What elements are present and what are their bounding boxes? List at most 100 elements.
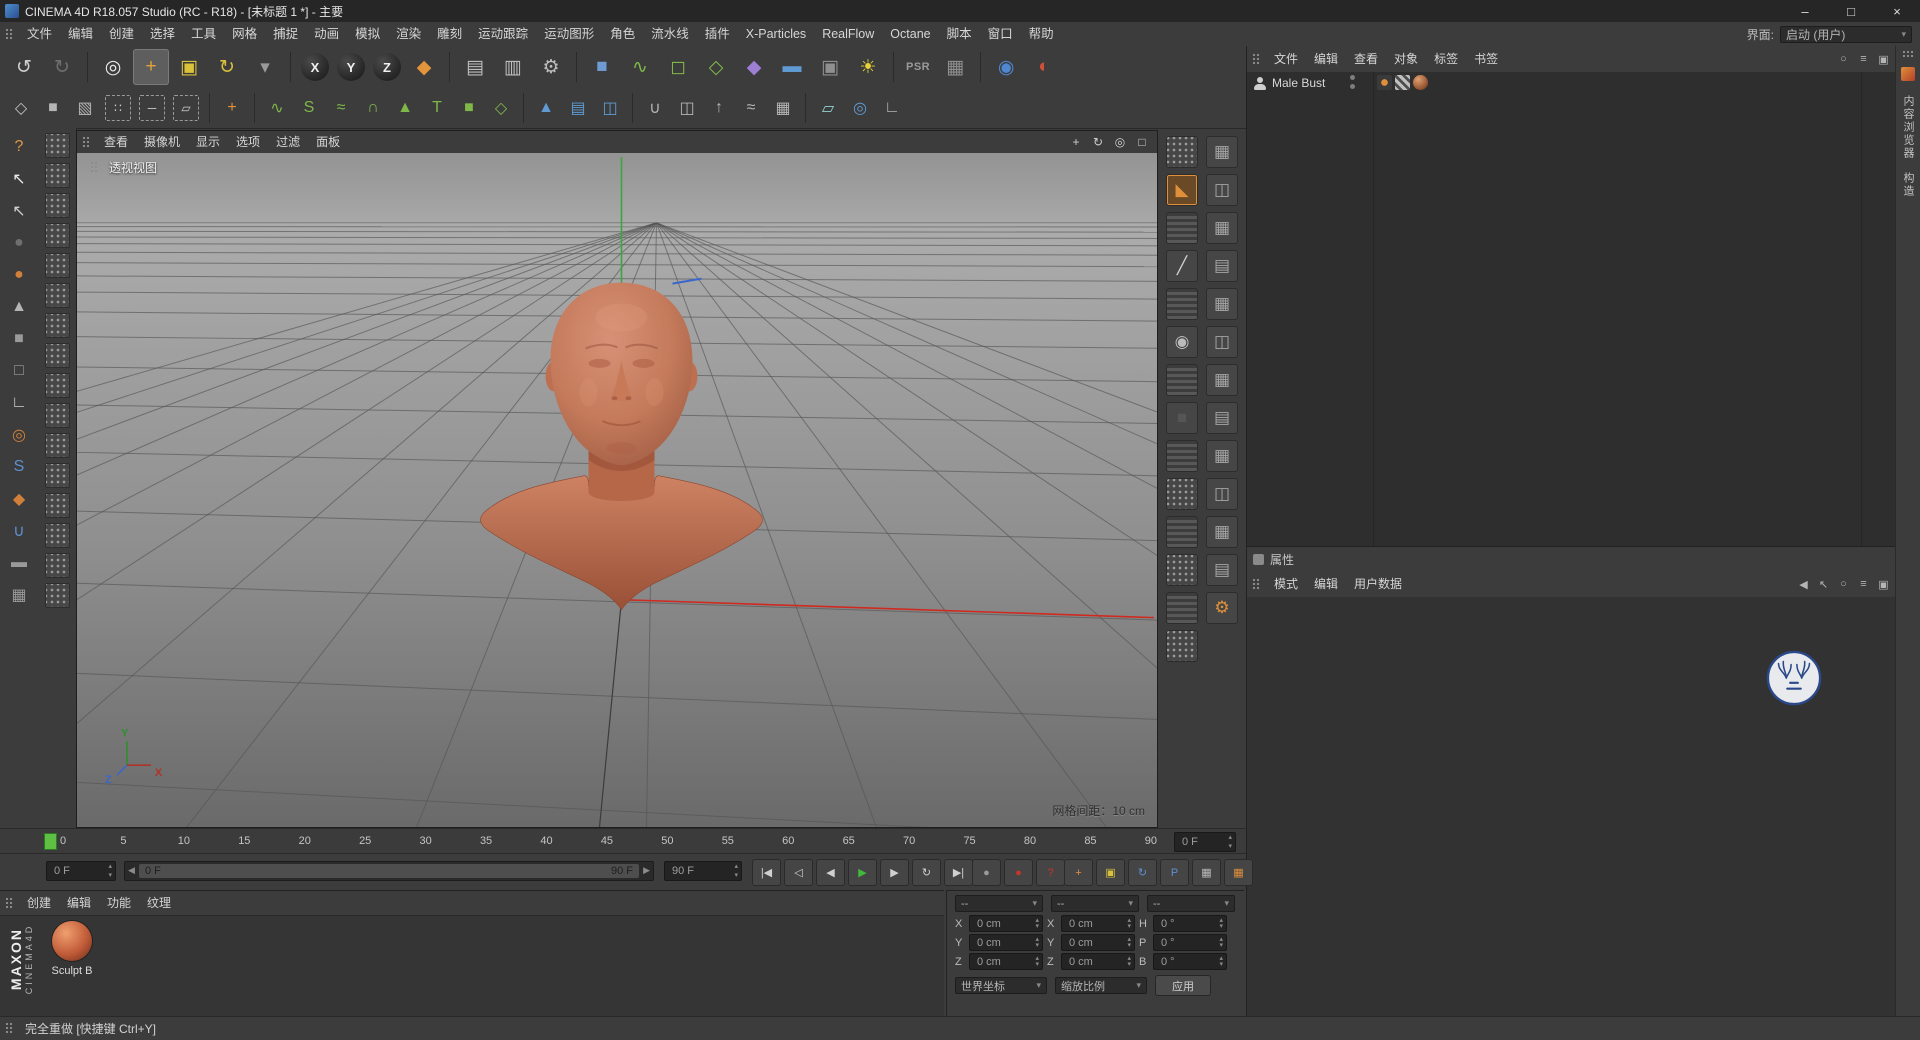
range-end-field[interactable]: 90 F xyxy=(664,861,742,881)
visibility-dots[interactable] xyxy=(1349,75,1355,91)
cube-icon[interactable]: ■ xyxy=(6,325,33,352)
size-field[interactable]: 0 cm xyxy=(1061,934,1135,951)
size-field[interactable]: 0 cm xyxy=(1061,915,1135,932)
object-tree[interactable]: Male Bust xyxy=(1247,72,1896,546)
psr-label[interactable]: PSR xyxy=(901,49,935,85)
position-field[interactable]: 0 cm xyxy=(969,915,1043,932)
menu-item[interactable]: 编辑 xyxy=(1306,46,1346,72)
menu-item[interactable]: 脚本 xyxy=(939,22,980,46)
extrude-tool[interactable]: ↑ xyxy=(704,93,734,123)
separator[interactable] xyxy=(87,52,88,82)
separator[interactable] xyxy=(209,93,210,123)
sculpt-dark-icon[interactable]: ■ xyxy=(1166,402,1198,434)
render-settings-button[interactable]: ⚙ xyxy=(533,49,569,85)
live-selection-tool[interactable]: ◎ xyxy=(95,49,131,85)
text-tool[interactable]: T xyxy=(422,93,452,123)
separator[interactable] xyxy=(523,93,524,123)
palette-grid-icon[interactable] xyxy=(45,493,70,518)
layout-button[interactable]: ▦ xyxy=(937,49,973,85)
palette-grid-icon[interactable] xyxy=(45,373,70,398)
separator[interactable] xyxy=(632,93,633,123)
stamp-icon[interactable]: ▦ xyxy=(6,581,33,608)
projection-paint-button[interactable]: ◫ xyxy=(595,93,625,123)
redo-icon[interactable]: ↻ xyxy=(44,49,80,85)
om-search-icon[interactable]: ○ xyxy=(1835,51,1852,68)
key-parameter-toggle[interactable]: P xyxy=(1160,859,1189,886)
menu-item[interactable]: 对象 xyxy=(1386,46,1426,72)
z-axis-lock[interactable]: Z xyxy=(373,53,401,81)
plugin-sphere-icon[interactable]: ◐ xyxy=(1026,49,1062,85)
enable-axis-button[interactable]: + xyxy=(217,93,247,123)
menu-item[interactable]: 用户数据 xyxy=(1346,571,1410,597)
position-field[interactable]: 0 cm xyxy=(969,953,1043,970)
sculpt-layers-icon[interactable] xyxy=(1166,630,1198,662)
menu-item[interactable]: 渲染 xyxy=(388,22,429,46)
sculpt-layers-icon[interactable] xyxy=(1166,554,1198,586)
size-mode-select[interactable]: 缩放比例 xyxy=(1055,977,1147,994)
workplane-button[interactable]: ▱ xyxy=(813,93,843,123)
prev-key-button[interactable]: ◁ xyxy=(784,859,813,886)
paint-setup-button[interactable]: ▤ xyxy=(563,93,593,123)
attr-back-icon[interactable]: ◀ xyxy=(1795,576,1812,593)
palette-grid-icon[interactable] xyxy=(45,313,70,338)
polygon-pen-tool[interactable]: ▲ xyxy=(390,93,420,123)
sculpt-layers-icon[interactable] xyxy=(1166,136,1198,168)
panel-grip-icon[interactable] xyxy=(1252,578,1261,591)
record-scene-button[interactable]: ● xyxy=(972,859,1001,886)
x-axis-lock[interactable]: X xyxy=(301,53,329,81)
panel-grip-icon[interactable] xyxy=(1902,50,1915,59)
menu-item[interactable]: 功能 xyxy=(99,891,139,915)
scale-tool[interactable]: ▣ xyxy=(171,49,207,85)
coord-system-select[interactable]: 世界坐标 xyxy=(955,977,1047,994)
menu-item[interactable]: 摄像机 xyxy=(136,131,188,153)
attribute-manager-title[interactable]: 属性 xyxy=(1247,546,1896,572)
menu-item[interactable]: X-Particles xyxy=(738,22,814,46)
attr-lock-icon[interactable]: ≡ xyxy=(1855,576,1872,593)
sculpt-stripe-icon[interactable] xyxy=(1166,212,1198,244)
poly-cube-icon[interactable]: ▤ xyxy=(1206,250,1238,282)
menu-item[interactable]: Octane xyxy=(882,22,938,46)
menu-item[interactable]: 模式 xyxy=(1266,571,1306,597)
separator[interactable] xyxy=(290,52,291,82)
array-tool[interactable]: ▦ xyxy=(768,93,798,123)
poly-cube-icon[interactable]: ▦ xyxy=(1206,440,1238,472)
menu-item[interactable]: 捕捉 xyxy=(265,22,306,46)
next-frame-button[interactable]: ▶ xyxy=(880,859,909,886)
material-item[interactable]: Sculpt B xyxy=(46,921,98,977)
separator[interactable] xyxy=(576,52,577,82)
om-filter-icon[interactable]: ≡ xyxy=(1855,51,1872,68)
coord-header-select[interactable]: -- xyxy=(1051,895,1139,912)
poly-cube-icon[interactable]: ▦ xyxy=(1206,136,1238,168)
sculpt-tag[interactable] xyxy=(1377,75,1392,90)
object-row[interactable]: Male Bust xyxy=(1247,72,1896,94)
render-picture-viewer-button[interactable]: ▥ xyxy=(495,49,531,85)
maximize-button[interactable]: □ xyxy=(1828,0,1874,22)
menu-item[interactable]: 文件 xyxy=(1266,46,1306,72)
menu-item[interactable]: 过滤 xyxy=(268,131,308,153)
rotation-field[interactable]: 0 ° xyxy=(1153,934,1227,951)
dock-tab[interactable]: 内容浏览器 xyxy=(1900,89,1916,166)
sculpt-knife-icon[interactable]: ╱ xyxy=(1166,250,1198,282)
sculpt-stripe-icon[interactable] xyxy=(1166,516,1198,548)
menu-item[interactable]: 显示 xyxy=(188,131,228,153)
rotation-field[interactable]: 0 ° xyxy=(1153,915,1227,932)
palette-grid-icon[interactable] xyxy=(45,523,70,548)
menu-item[interactable]: 查看 xyxy=(96,131,136,153)
panel-grip-icon[interactable] xyxy=(1252,53,1261,66)
range-start-field[interactable]: 0 F xyxy=(46,861,116,881)
palette-grid-icon[interactable] xyxy=(45,583,70,608)
mouse-mode-icon[interactable]: ◎ xyxy=(6,421,33,448)
add-camera-menu[interactable]: ▣ xyxy=(812,49,848,85)
palette-grid-icon[interactable] xyxy=(45,223,70,248)
spline-pen-tool[interactable]: ∿ xyxy=(262,93,292,123)
menu-item[interactable]: 流水线 xyxy=(643,22,697,46)
menu-item[interactable]: 雕刻 xyxy=(429,22,470,46)
sculpt-stripe-icon[interactable] xyxy=(1166,364,1198,396)
menu-item[interactable]: 文件 xyxy=(19,22,60,46)
sculpt-settings-icon[interactable]: ⚙ xyxy=(1206,592,1238,624)
axis-icon[interactable]: ∟ xyxy=(6,389,33,416)
separator[interactable] xyxy=(449,52,450,82)
xparticles-plugin-icon[interactable]: ◉ xyxy=(988,49,1024,85)
y-axis-lock[interactable]: Y xyxy=(337,53,365,81)
select-tool-icon[interactable]: ↖ xyxy=(6,165,33,192)
